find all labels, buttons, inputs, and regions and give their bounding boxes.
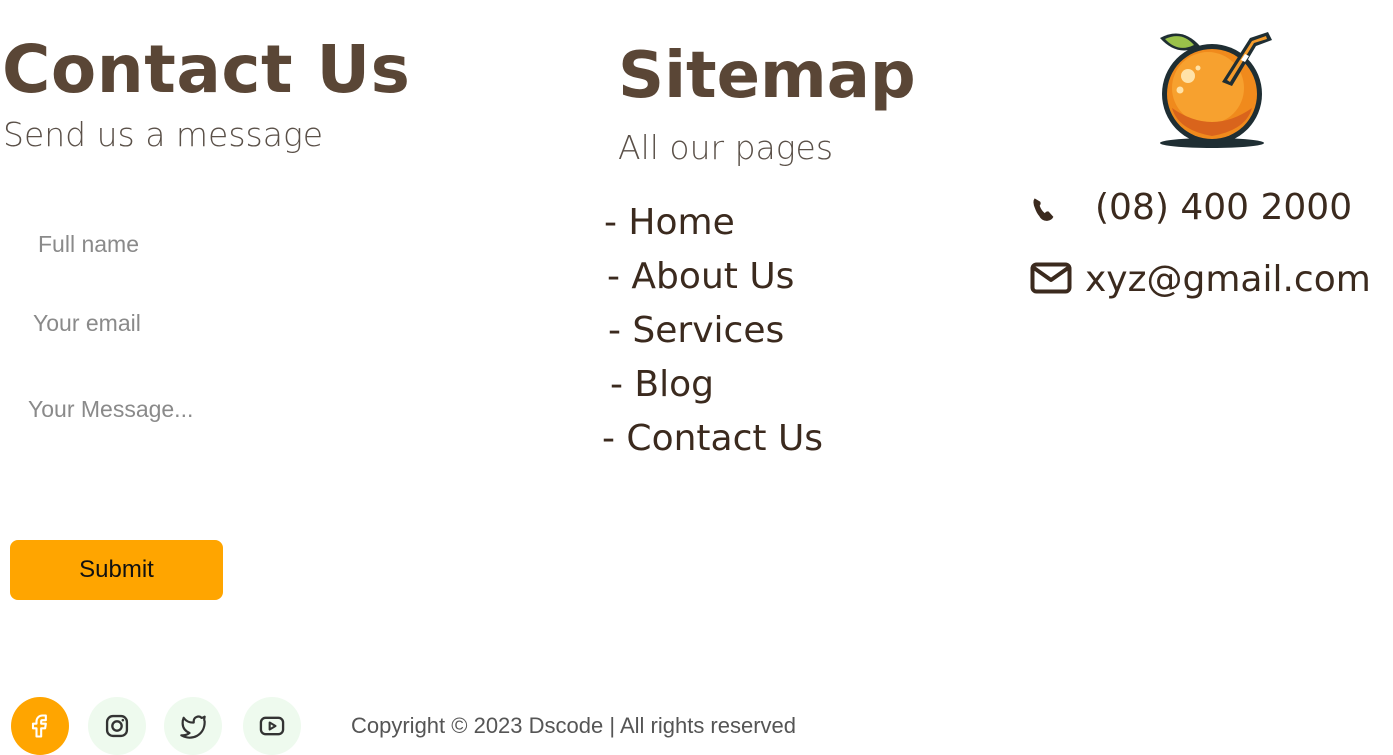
- message-textarea[interactable]: [28, 396, 448, 506]
- facebook-button[interactable]: [11, 697, 69, 755]
- contact-title: Contact Us: [2, 31, 411, 108]
- envelope-icon: [1030, 262, 1072, 294]
- sitemap-link-contact-us[interactable]: - Contact Us: [602, 417, 823, 461]
- email-address: xyz@gmail.com: [1085, 259, 1371, 300]
- instagram-button[interactable]: [88, 697, 146, 755]
- youtube-button[interactable]: [243, 697, 301, 755]
- twitter-button[interactable]: [164, 697, 222, 755]
- sitemap-link-services[interactable]: - Services: [608, 309, 784, 353]
- sitemap-subtitle: All our pages: [618, 128, 834, 167]
- full-name-input[interactable]: [36, 226, 440, 262]
- sitemap-link-blog[interactable]: - Blog: [610, 363, 714, 407]
- email-input[interactable]: [31, 305, 435, 341]
- orange-juice-logo-icon: [1160, 32, 1272, 148]
- sitemap-title: Sitemap: [618, 39, 916, 113]
- facebook-icon: [31, 714, 47, 738]
- youtube-icon: [259, 716, 285, 736]
- twitter-icon: [180, 715, 206, 739]
- sitemap-link-about-us[interactable]: - About Us: [607, 255, 794, 299]
- phone-icon: [1033, 198, 1054, 221]
- phone-number: (08) 400 2000: [1095, 187, 1353, 228]
- sitemap-link-home[interactable]: - Home: [604, 201, 735, 245]
- submit-button[interactable]: Submit: [10, 540, 223, 600]
- instagram-icon: [105, 714, 129, 738]
- copyright-text: Copyright © 2023 Dscode | All rights res…: [351, 713, 797, 738]
- contact-subtitle: Send us a message: [3, 115, 324, 154]
